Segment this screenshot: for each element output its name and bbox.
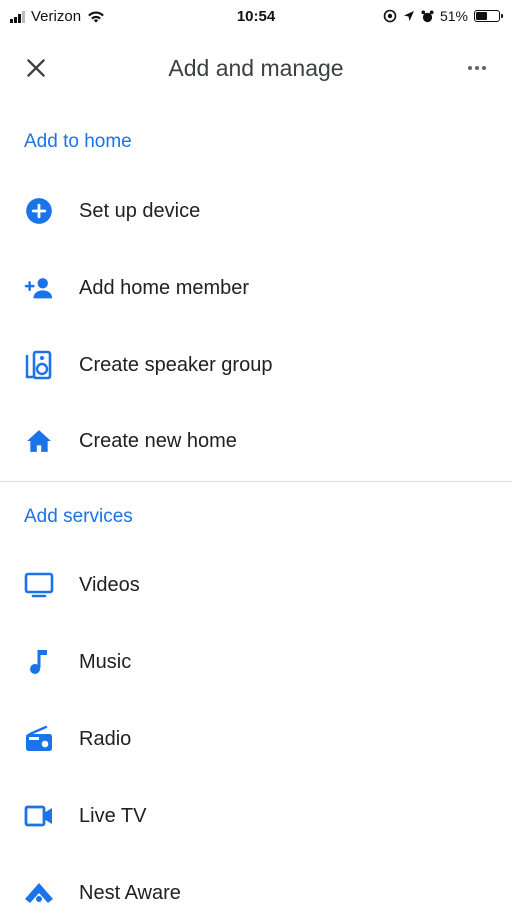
menu-item-videos[interactable]: Videos (0, 555, 512, 615)
menu-item-music[interactable]: Music (0, 632, 512, 692)
menu-item-label: Live TV (79, 804, 147, 827)
status-right: 51% (383, 8, 503, 24)
menu-item-label: Music (79, 650, 132, 673)
menu-item-create-new-home[interactable]: Create new home (0, 411, 512, 471)
section-heading-add-to-home: Add to home (24, 131, 132, 152)
more-dot (475, 66, 479, 70)
battery-icon (474, 10, 503, 22)
menu-item-add-home-member[interactable]: Add home member (0, 258, 512, 318)
location-lock-icon (383, 9, 397, 23)
page-title: Add and manage (168, 55, 344, 81)
menu-item-label: Add home member (79, 276, 250, 299)
menu-item-create-speaker-group[interactable]: Create speaker group (0, 335, 512, 395)
battery-fill (476, 12, 487, 20)
section-heading-add-services: Add services (24, 506, 133, 527)
menu-item-label: Create new home (79, 429, 237, 452)
menu-item-label: Set up device (79, 199, 201, 222)
menu-item-set-up-device[interactable]: Set up device (0, 181, 512, 241)
location-arrow-icon (403, 11, 414, 21)
more-dot (482, 66, 486, 70)
more-horizontal-icon (468, 66, 472, 70)
menu-item-nest-aware[interactable]: Nest Aware (0, 863, 512, 923)
more-options-button[interactable] (464, 56, 490, 80)
add-circle-icon (24, 196, 54, 226)
menu-item-label: Nest Aware (79, 881, 181, 904)
menu-item-label: Videos (79, 573, 140, 596)
video-camera-icon (24, 801, 54, 831)
menu-item-radio[interactable]: Radio (0, 709, 512, 769)
menu-item-live-tv[interactable]: Live TV (0, 786, 512, 846)
person-add-icon (24, 273, 54, 303)
home-icon (24, 426, 54, 456)
menu-item-label: Radio (79, 727, 132, 750)
section-divider (0, 481, 512, 482)
app-bar: Add and manage (0, 44, 512, 92)
menu-item-label: Create speaker group (79, 353, 273, 376)
nest-aware-icon (24, 878, 54, 908)
speaker-icon (24, 350, 54, 380)
alarm-icon (421, 9, 434, 22)
music-note-icon (24, 647, 54, 677)
status-bar: Verizon 10:54 51% (0, 0, 512, 34)
battery-percent: 51% (439, 8, 468, 24)
radio-icon (24, 724, 54, 754)
tv-icon (24, 570, 54, 600)
